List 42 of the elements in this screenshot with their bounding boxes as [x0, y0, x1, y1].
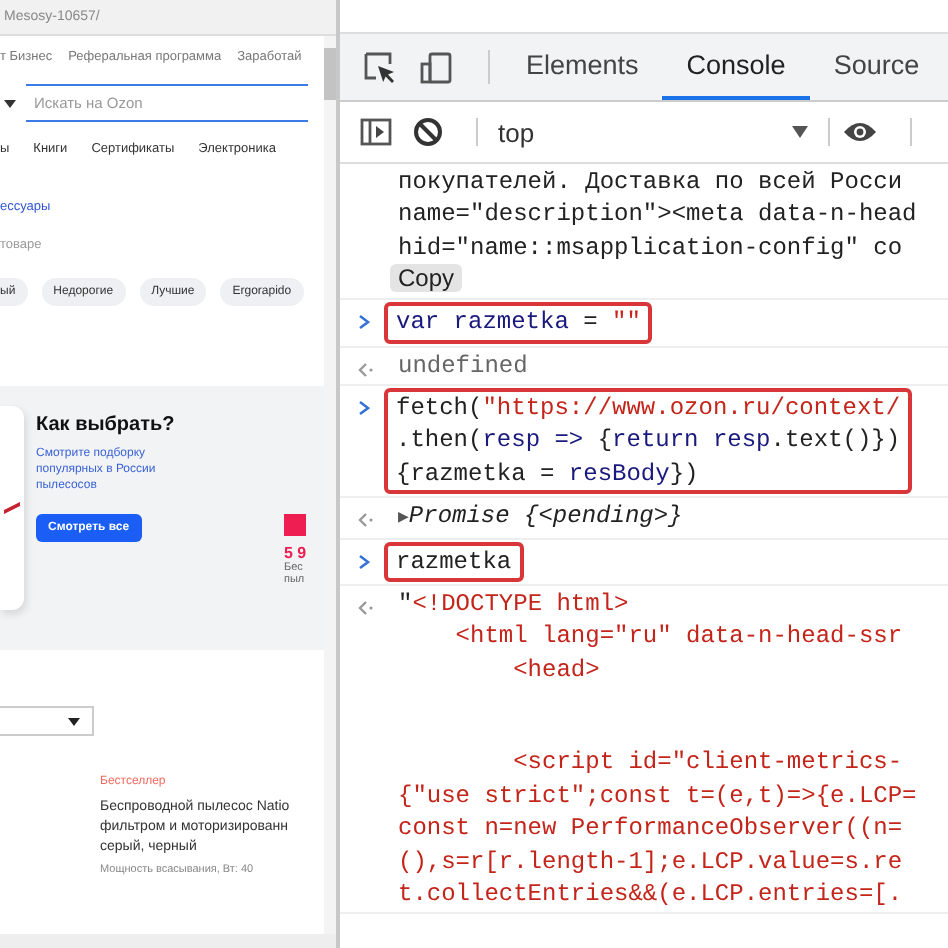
code-line: {razmetka = resBody}) — [396, 457, 701, 491]
devtools-tab[interactable]: Console — [662, 34, 810, 100]
prompt-chevron-icon — [358, 553, 370, 570]
code-line: fetch("https://www.ozon.ru/context/ — [396, 392, 901, 425]
code-line: <head> — [511, 653, 602, 687]
code-line: undefined — [398, 349, 528, 383]
dropdown-caret-icon — [792, 126, 808, 138]
code-line: <script id="client-metrics- — [511, 746, 905, 780]
code-line: покупателей. Доставка по всей Росси — [398, 166, 905, 199]
product-thumbnail-icon — [4, 502, 20, 514]
code-line: t.collectEntries&&(e.LCP.entries=[. — [398, 877, 905, 911]
code-line: "<!DOCTYPE html> — [398, 588, 631, 621]
code-line: <html lang="ru" data-n-head-ssr — [453, 620, 905, 654]
promo-title: Как выбрать? — [36, 414, 177, 436]
vertical-scrollbar[interactable] — [324, 36, 336, 934]
code-line: razmetka — [396, 545, 512, 579]
return-arrow-icon — [356, 600, 374, 617]
horizontal-scrollbar[interactable] — [0, 934, 336, 948]
product-price: 5 9 — [284, 544, 308, 562]
dropdown-caret-icon[interactable] — [4, 99, 16, 107]
devtools-tab[interactable]: Source — [809, 34, 944, 100]
code-line: const n=new PerformanceObserver((n= — [398, 812, 905, 845]
prompt-chevron-icon — [358, 314, 370, 331]
eye-icon[interactable] — [842, 120, 878, 144]
code-line: name="description"><meta data-n-head — [398, 198, 917, 232]
dropdown-caret-icon — [68, 717, 80, 725]
device-toolbar-icon[interactable] — [420, 51, 452, 83]
copy-button[interactable]: Copy — [390, 264, 463, 293]
return-arrow-icon — [356, 512, 374, 529]
context-dropdown[interactable]: top — [490, 102, 816, 162]
devtools-tab[interactable]: Elements — [502, 34, 663, 100]
code-line: (),s=r[r.length-1];e.LCP.value=s.re — [398, 845, 905, 878]
code-line: .then(resp => {return resp.text()}) — [396, 424, 901, 458]
code-line: hid="name::msapplication-config" co — [398, 231, 905, 265]
code-line: {"use strict";const t=(e,t)=>{e.LCP= — [398, 779, 917, 813]
return-arrow-icon — [356, 361, 374, 378]
clear-console-icon[interactable] — [412, 116, 444, 148]
prompt-chevron-icon — [358, 400, 370, 417]
inspect-element-icon[interactable] — [364, 51, 396, 83]
sidebar-toggle-icon[interactable] — [360, 116, 392, 148]
code-line: ▶Promise {<pending>} — [398, 500, 683, 535]
code-line: var razmetka = "" — [396, 306, 641, 340]
